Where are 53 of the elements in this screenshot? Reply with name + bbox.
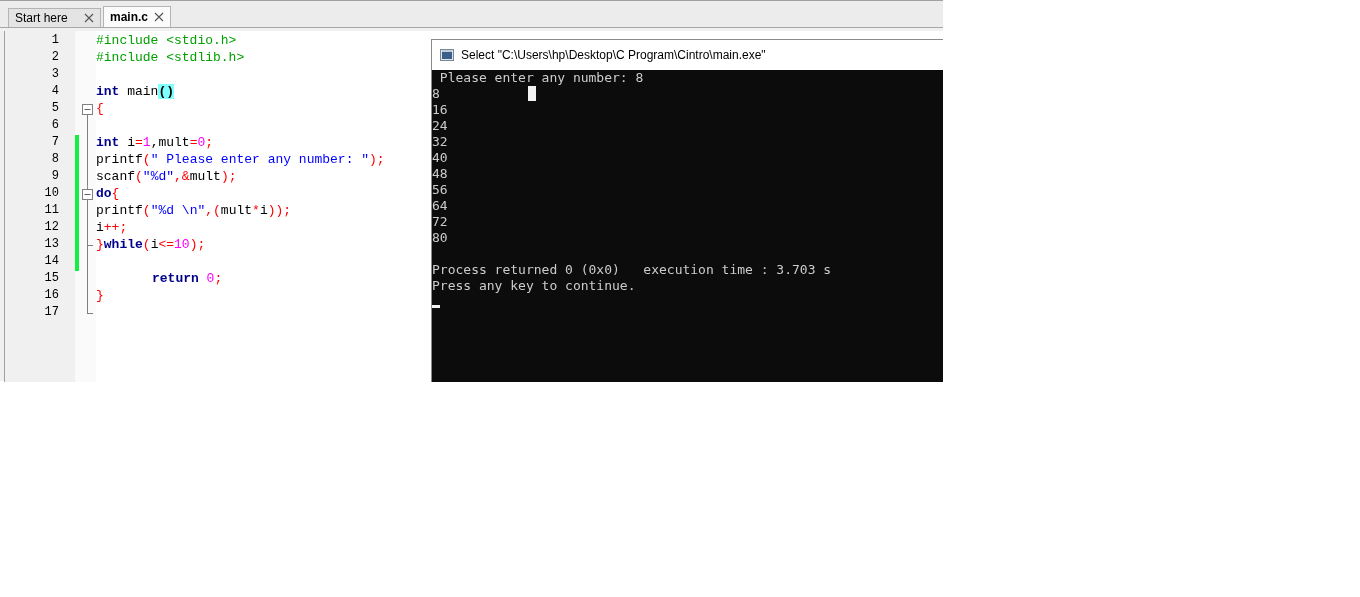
line-number: 11 bbox=[43, 203, 60, 219]
console-line: 24 bbox=[432, 118, 448, 134]
line-number: 5 bbox=[50, 101, 60, 117]
code-line: #include <stdlib.h> bbox=[96, 50, 245, 67]
line-number: 13 bbox=[43, 237, 60, 253]
text-cursor bbox=[528, 86, 536, 101]
line-number: 12 bbox=[43, 220, 60, 236]
code-line: i++; bbox=[96, 220, 128, 237]
line-number: 17 bbox=[43, 305, 60, 321]
fold-toggle-icon[interactable] bbox=[82, 189, 93, 200]
line-number: 8 bbox=[50, 152, 60, 168]
code-line: do{ bbox=[96, 186, 120, 203]
code-line: printf("%d \n",(mult*i)); bbox=[96, 203, 292, 220]
console-line: 64 bbox=[432, 198, 448, 214]
console-line: 8 bbox=[432, 86, 440, 102]
console-line: 72 bbox=[432, 214, 448, 230]
fold-toggle-icon[interactable] bbox=[82, 104, 93, 115]
line-number: 9 bbox=[50, 169, 60, 185]
file-tab[interactable]: main.c bbox=[103, 6, 171, 27]
console-line: Please enter any number: 8 bbox=[438, 70, 644, 86]
line-number: 2 bbox=[50, 50, 60, 66]
console-line: 32 bbox=[432, 134, 448, 150]
code-line: #include <stdio.h> bbox=[96, 33, 237, 50]
code-line: printf(" Please enter any number: "); bbox=[96, 152, 385, 169]
code-line: }while(i<=10); bbox=[96, 237, 206, 254]
line-number: 7 bbox=[50, 135, 60, 151]
line-number: 3 bbox=[50, 67, 60, 83]
console-window-icon bbox=[440, 49, 454, 61]
console-line: 16 bbox=[432, 102, 448, 118]
console-line: 80 bbox=[432, 230, 448, 246]
line-number: 16 bbox=[43, 288, 60, 304]
console-line: Process returned 0 (0x0) execution time : 3.703 s bbox=[432, 262, 832, 278]
text-cursor bbox=[432, 305, 440, 308]
window-title: Select "C:\Users\hp\Desktop\C Program\Cintro\main.exe" bbox=[461, 48, 766, 62]
code-line: int main() bbox=[96, 84, 175, 101]
code-line: scanf("%d",&mult); bbox=[96, 169, 237, 186]
console-line: 40 bbox=[432, 150, 448, 166]
line-number: 14 bbox=[43, 254, 60, 270]
console-line: Press any key to continue. bbox=[432, 278, 636, 294]
console-line: 48 bbox=[432, 166, 448, 182]
close-icon[interactable] bbox=[154, 12, 164, 22]
file-tab[interactable]: Start here bbox=[8, 8, 101, 27]
line-number: 6 bbox=[50, 118, 60, 134]
line-number: 10 bbox=[43, 186, 60, 202]
line-number: 4 bbox=[50, 84, 60, 100]
close-icon[interactable] bbox=[84, 13, 94, 23]
code-line: } bbox=[96, 288, 104, 305]
line-number: 15 bbox=[43, 271, 60, 287]
code-line: { bbox=[96, 101, 104, 118]
console-line: 56 bbox=[432, 182, 448, 198]
line-number: 1 bbox=[50, 33, 60, 49]
code-line: int i=1,mult=0; bbox=[96, 135, 214, 152]
code-line: return 0; bbox=[151, 271, 223, 288]
